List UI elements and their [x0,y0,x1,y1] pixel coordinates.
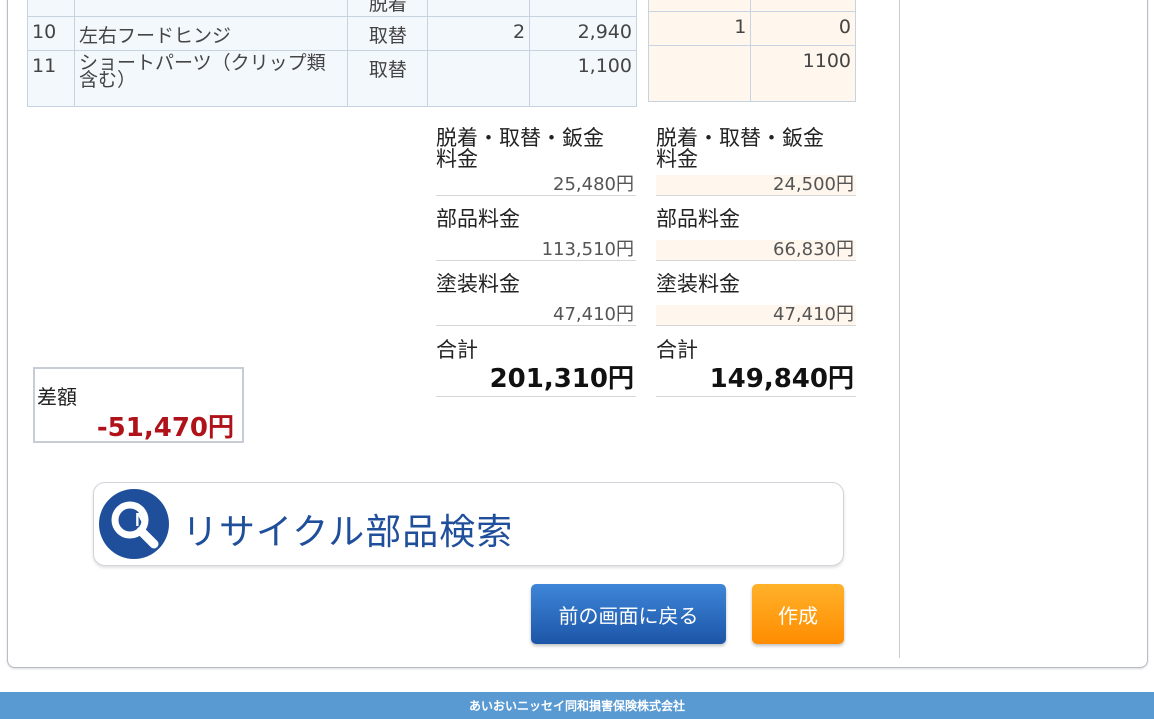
labor-fee-value: 24,500円 [656,175,856,196]
table-row: 1100 [647,45,856,102]
row-no [27,0,75,17]
footer-bar: あいおいニッセイ同和損害保険株式会社 [0,692,1154,719]
parts-table: 脱着 10 左右フードヒンジ 取替 2 2,940 11 ショートパーツ（クリッ… [27,0,637,107]
paint-fee-value: 47,410円 [436,305,636,326]
create-button[interactable]: 作成 [752,584,844,644]
row-revised-price [750,0,856,12]
recycle-parts-search-label: リサイクル部品検索 [182,512,514,553]
paint-fee-label: 塗装料金 [436,272,520,296]
table-row [647,0,856,12]
paint-fee-value: 47,410円 [656,305,856,326]
recycle-parts-search-button[interactable]: N リサイクル部品検索 [93,482,844,566]
panel-divider [899,0,900,658]
row-name: 左右フードヒンジ [73,16,349,51]
revised-parts-table: 1 0 1100 [647,0,856,102]
parts-fee-label: 部品料金 [656,207,740,231]
row-name [73,0,349,17]
table-row: 脱着 [27,0,637,17]
total-value: 149,840円 [656,362,856,397]
row-op: 取替 [347,50,429,107]
search-magnifier-icon: N [99,489,169,559]
row-price: 2,940 [529,16,637,51]
row-op: 取替 [347,16,429,51]
total-value: 201,310円 [436,362,636,397]
row-name: ショートパーツ（クリップ類含む） [73,50,349,107]
paint-fee-label: 塗装料金 [656,272,740,296]
svg-text:N: N [135,510,148,530]
row-revised-qty: 1 [647,11,752,46]
labor-fee-label: 脱着・取替・鈑金料金 [436,126,604,171]
row-price [529,0,637,17]
row-qty [427,0,531,17]
summary-revised: 脱着・取替・鈑金料金 24,500円 部品料金 66,830円 塗装料金 47,… [656,128,856,397]
summary-original: 脱着・取替・鈑金料金 25,480円 部品料金 113,510円 塗装料金 47… [436,128,636,397]
total-label: 合計 [436,338,478,362]
back-button[interactable]: 前の画面に戻る [531,584,726,644]
table-row: 10 左右フードヒンジ 取替 2 2,940 [27,16,637,51]
labor-fee-value: 25,480円 [436,175,636,196]
difference-value: -51,470円 [96,413,234,443]
row-no: 10 [27,16,75,51]
row-revised-qty [647,0,752,12]
difference-label: 差額 [37,385,77,409]
row-revised-price: 1100 [750,45,856,102]
row-revised-qty [647,45,752,102]
row-op: 脱着 [347,0,429,17]
parts-fee-label: 部品料金 [436,207,520,231]
row-qty [427,50,531,107]
row-revised-price: 0 [750,11,856,46]
parts-fee-value: 66,830円 [656,240,856,261]
parts-fee-value: 113,510円 [436,240,636,261]
row-no: 11 [27,50,75,107]
difference-box: 差額 -51,470円 [33,367,244,443]
table-row: 11 ショートパーツ（クリップ類含む） 取替 1,100 [27,50,637,107]
total-label: 合計 [656,338,698,362]
row-qty: 2 [427,16,531,51]
labor-fee-label: 脱着・取替・鈑金料金 [656,126,824,171]
table-row: 1 0 [647,11,856,46]
row-price: 1,100 [529,50,637,107]
footer-company-name: あいおいニッセイ同和損害保険株式会社 [468,699,685,713]
